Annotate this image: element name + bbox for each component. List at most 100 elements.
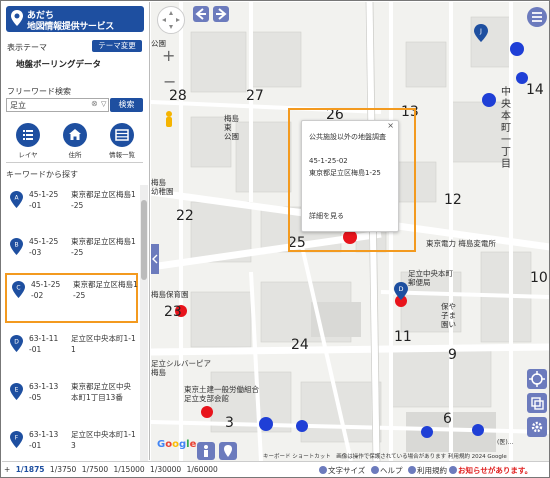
copy-icon (531, 397, 544, 410)
arrow-right-icon (216, 8, 227, 20)
text-size-icon (319, 466, 327, 474)
info-list-button[interactable] (110, 123, 134, 147)
map-pin-j-icon[interactable]: J (474, 24, 488, 42)
locate-button[interactable] (527, 369, 547, 389)
pin-letter: J (479, 27, 482, 35)
gear-icon (531, 421, 543, 433)
item-address: 足立区中央本町1-1 3 (71, 430, 136, 450)
scale-option[interactable]: 1/3750 (50, 465, 76, 474)
terms-link[interactable]: 利用規約 (408, 465, 447, 476)
map-attribution[interactable]: キーボード ショートカット 画像は操作で保護されている場合があります 利用規約 … (263, 452, 507, 460)
item-code: 45-1-25 -01 (29, 190, 59, 210)
text-size-link[interactable]: 文字サイズ (319, 465, 365, 476)
map-pin-icon: A (10, 191, 23, 208)
map-label: 梅島 幼稚園 (151, 178, 174, 196)
block-number: 9 (448, 347, 457, 363)
chevron-left-icon (152, 254, 158, 264)
scale-option[interactable]: 1/1875 (16, 465, 45, 474)
list-item-selected[interactable]: C 45-1-25 -02 東京都足立区梅島1 -25 (5, 273, 138, 323)
list-item[interactable]: D 63-1-11 -01 足立区中央本町1-1 1 (5, 329, 138, 379)
search-button[interactable]: 検索 (110, 98, 143, 112)
map-label: 足立シルバーピア 梅島 (151, 359, 211, 377)
map-label: 梅島保育園 (151, 290, 189, 299)
home-icon (69, 129, 81, 140)
notice-icon (449, 466, 457, 474)
menu-button[interactable] (527, 7, 547, 27)
address-button[interactable] (63, 123, 87, 147)
map-pin-icon: C (12, 281, 25, 298)
pin-letter: F (15, 435, 19, 442)
theme-label: 表示テーマ (7, 43, 47, 52)
app-logo[interactable]: あだち 地図情報提供サービス (6, 6, 144, 32)
block-number: 22 (176, 208, 194, 224)
text-size-label: 文字サイズ (328, 466, 366, 475)
forward-button[interactable] (213, 6, 229, 22)
scale-option[interactable]: 1/60000 (187, 465, 218, 474)
settings-button[interactable] (527, 417, 547, 437)
scale-option[interactable]: 1/7500 (82, 465, 108, 474)
block-number: 6 (443, 411, 452, 427)
block-number: 27 (246, 88, 264, 104)
block-number: 12 (444, 192, 462, 208)
scale-selector: + 1/1875 1/3750 1/7500 1/15000 1/30000 1… (4, 465, 221, 474)
result-list: A 45-1-25 -01 東京都足立区梅島1 -25 B 45-1-25 -0… (3, 185, 138, 461)
hamburger-icon (532, 12, 542, 22)
zoom-in-icon[interactable]: + (162, 46, 175, 65)
scale-plus[interactable]: + (4, 465, 10, 474)
list-item[interactable]: A 45-1-25 -01 東京都足立区梅島1 -25 (5, 185, 138, 235)
list-item[interactable]: F 63-1-13 -01 足立区中央本町1-1 3 (5, 425, 138, 461)
help-label: ヘルプ (380, 466, 403, 475)
item-address: 東京都足立区梅島1 -25 (73, 280, 138, 300)
map-pin-d-icon[interactable]: D (394, 282, 408, 300)
table-icon (115, 129, 129, 141)
layer-label: レイヤ (18, 151, 38, 159)
map-label: 東京土建一般労働組合 足立支部会館 (184, 385, 259, 403)
bottom-bar: + 1/1875 1/3750 1/7500 1/15000 1/30000 1… (2, 461, 549, 477)
scale-option[interactable]: 1/30000 (150, 465, 181, 474)
list-scrollbar[interactable] (140, 185, 148, 461)
location-pin-button[interactable] (219, 442, 237, 460)
map-canvas[interactable]: D J 28 27 26 13 14 22 12 25 10 23 11 9 2… (151, 2, 549, 461)
address-label: 住所 (68, 151, 82, 159)
help-link[interactable]: ヘルプ (371, 465, 403, 476)
list-icon (23, 130, 33, 140)
pan-control[interactable] (157, 6, 185, 34)
theme-change-button[interactable]: テーマ変更 (92, 40, 142, 52)
scroll-thumb[interactable] (141, 200, 147, 280)
layer-button[interactable] (16, 123, 40, 147)
arrow-left-icon (195, 8, 206, 20)
item-address: 東京都足立区梅島1 -25 (71, 190, 136, 210)
map-label: 梅島 東 公園 (224, 114, 239, 141)
compass-icon (162, 11, 180, 29)
highlight-frame (288, 108, 416, 252)
block-number: 24 (291, 337, 309, 353)
item-code: 63-1-13 -01 (29, 430, 59, 450)
crosshair-icon (529, 371, 545, 387)
scale-option[interactable]: 1/15000 (113, 465, 144, 474)
dropdown-icon[interactable]: ▽ (101, 100, 106, 108)
person-icon (204, 445, 208, 457)
block-number: 23 (164, 304, 182, 320)
google-logo: Google (157, 439, 197, 450)
pegman-icon (166, 111, 172, 127)
street-view-button[interactable] (197, 442, 215, 460)
logo-icon (11, 10, 23, 26)
sidebar: あだち 地図情報提供サービス 表示テーマ テーマ変更 地盤ボーリングデータ フリ… (2, 2, 150, 461)
notice-link[interactable]: お知らせがあります。 (449, 465, 532, 476)
zoom-out-icon[interactable]: − (163, 72, 176, 91)
block-number: 14 (526, 82, 544, 98)
list-item[interactable]: E 63-1-13 -05 東京都足立区中央 本町1丁目13番 (5, 377, 138, 427)
layers-button[interactable] (527, 393, 547, 413)
search-input[interactable]: 足立 ⊗ ▽ (6, 98, 109, 112)
back-button[interactable] (193, 6, 209, 22)
map-label: (医)... (497, 439, 514, 446)
map-label: 足立中央本町 郵便局 (408, 269, 453, 287)
search-input-value: 足立 (10, 101, 26, 110)
pin-letter: B (14, 242, 18, 249)
map-pin-icon: B (10, 238, 23, 255)
block-number: 11 (394, 329, 412, 345)
clear-icon[interactable]: ⊗ (91, 99, 98, 108)
notice-label: お知らせがあります。 (458, 466, 533, 475)
sidebar-toggle[interactable] (151, 244, 159, 274)
block-number: 3 (225, 415, 234, 431)
